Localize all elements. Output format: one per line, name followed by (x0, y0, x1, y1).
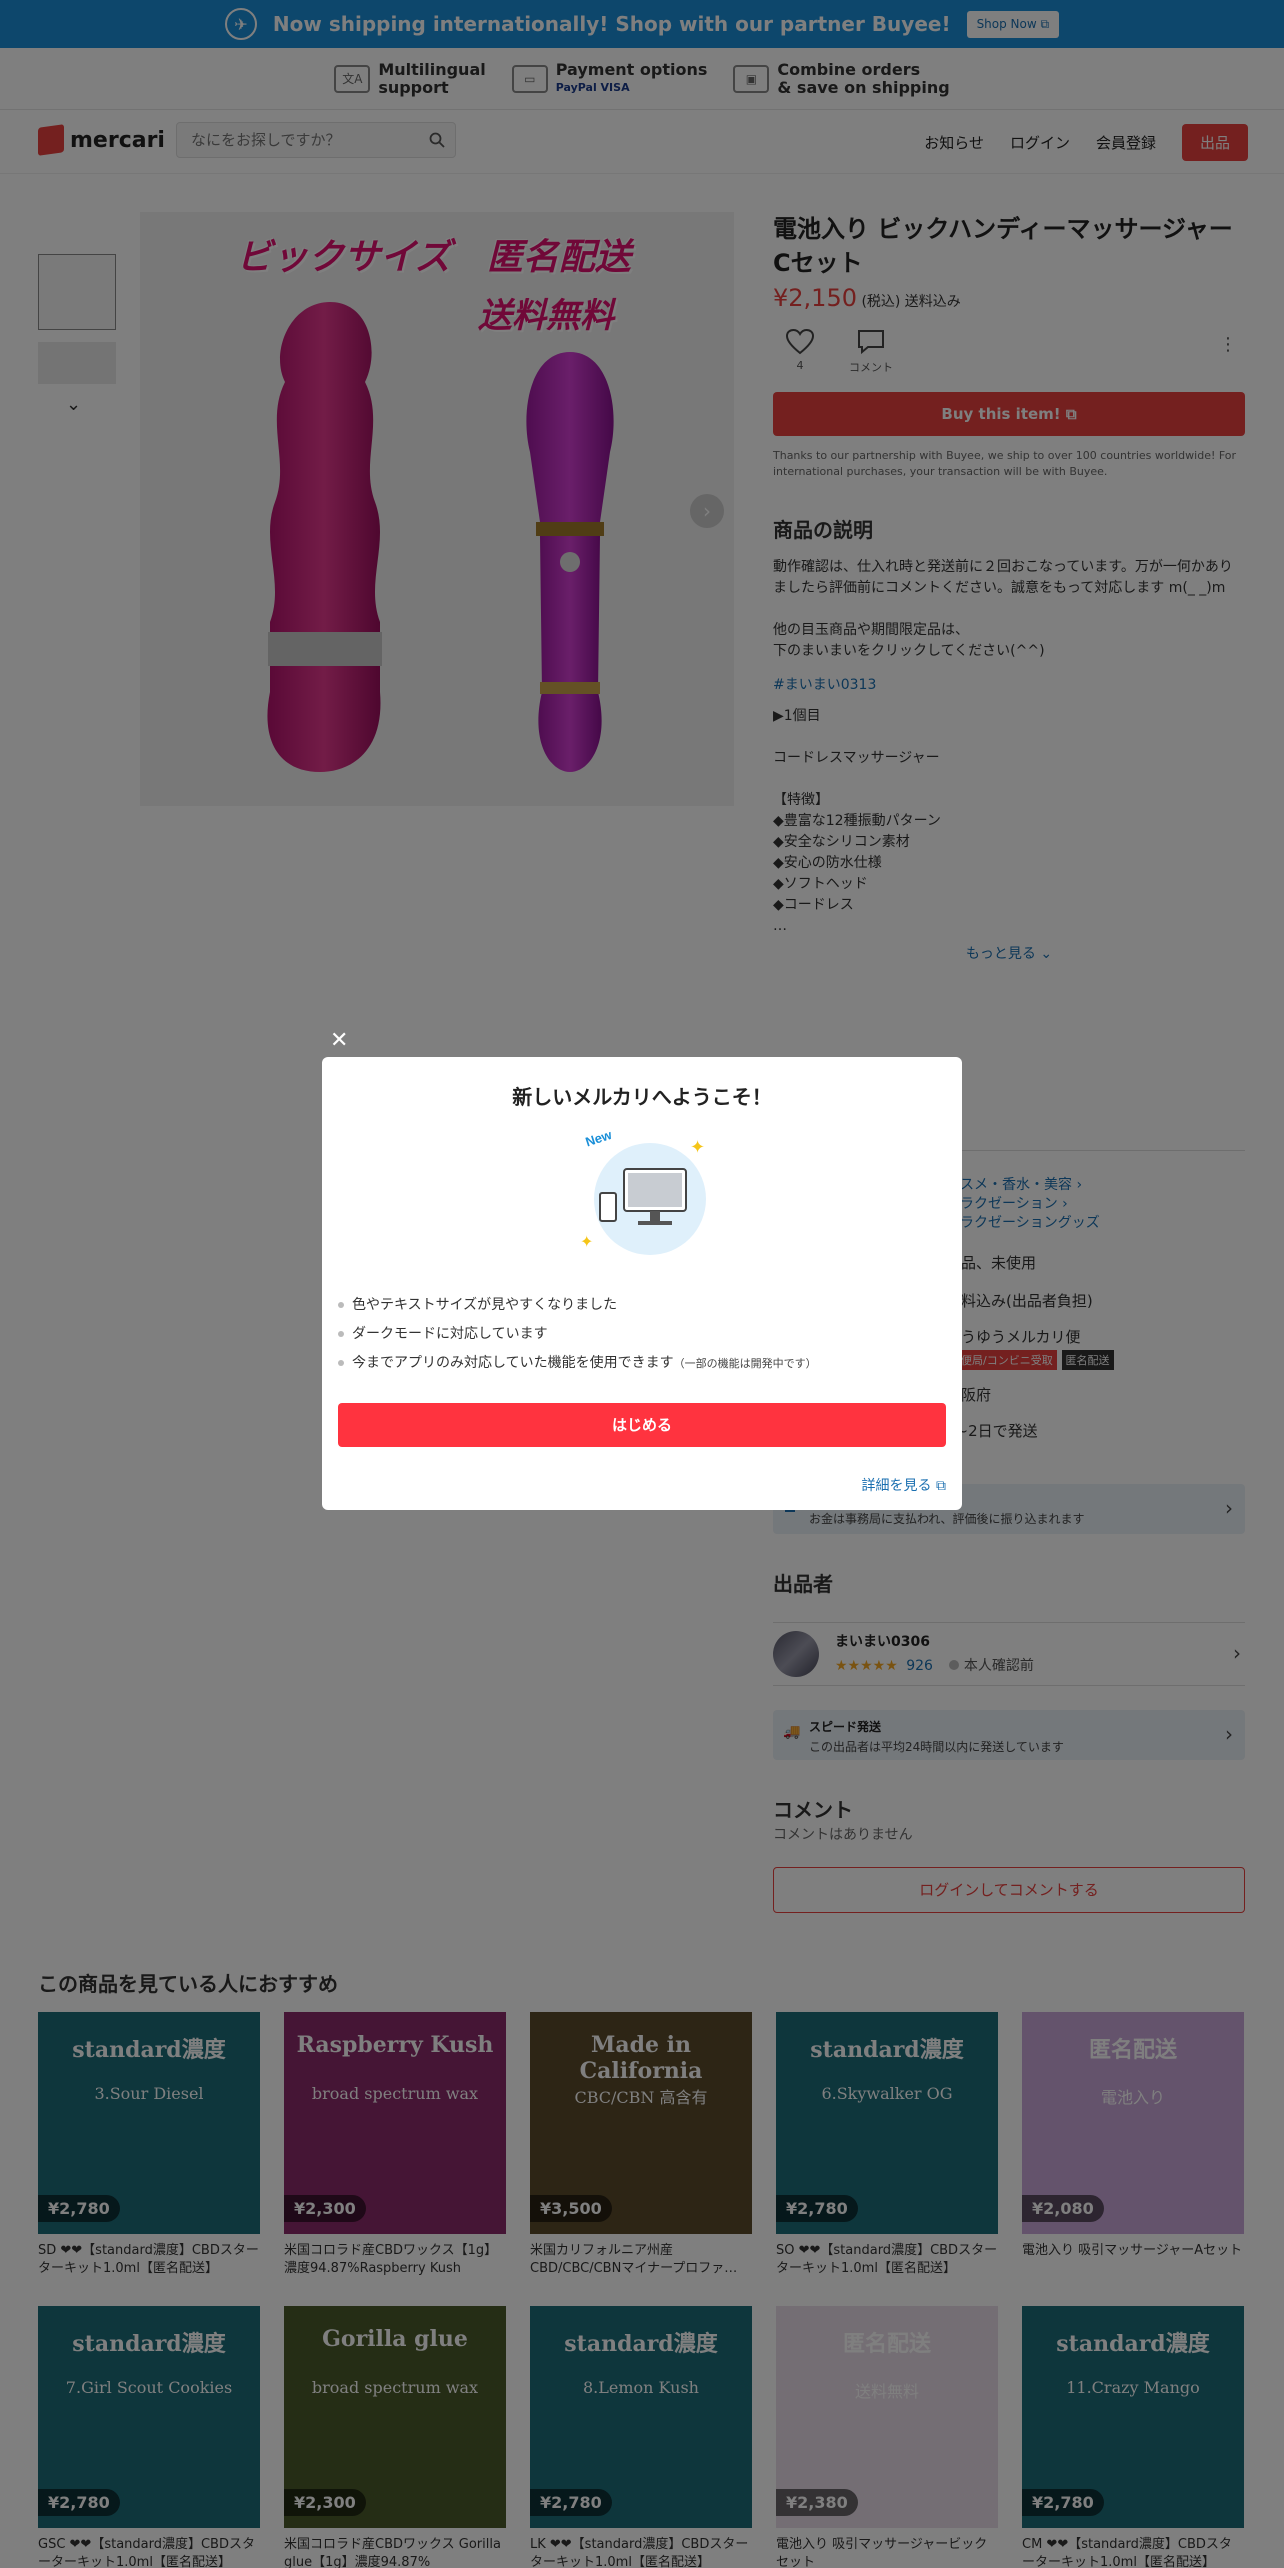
svg-text:✦: ✦ (690, 1137, 705, 1158)
modal-feature-list: 色やテキストサイズが見やすくなりました ダークモードに対応しています 今までアプ… (338, 1291, 817, 1378)
svg-text:New: New (583, 1127, 614, 1149)
modal-bullet: 色やテキストサイズが見やすくなりました (338, 1291, 817, 1320)
modal-bullet: ダークモードに対応しています (338, 1320, 817, 1349)
modal-title: 新しいメルカリへようこそ！ (512, 1085, 772, 1109)
new-devices-illustration: New ✦ ✦ (580, 1127, 706, 1255)
details-link[interactable]: 詳細を見る ⧉ (862, 1475, 946, 1495)
welcome-modal: 新しいメルカリへようこそ！ New ✦ ✦ 色やテキストサイズが見やすくなりまし… (322, 1057, 962, 1510)
modal-bullet: 今までアプリのみ対応していた機能を使用できます（一部の機能は開発中です） (338, 1349, 817, 1378)
svg-text:✦: ✦ (580, 1232, 593, 1251)
close-icon[interactable]: ✕ (330, 1028, 348, 1053)
start-button[interactable]: はじめる (338, 1403, 946, 1447)
